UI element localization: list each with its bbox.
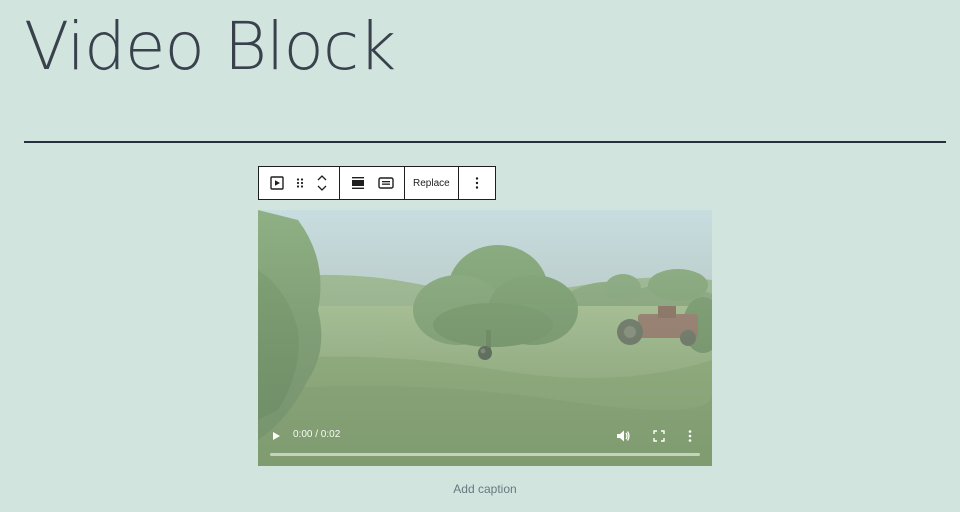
drag-handle-icon [295, 177, 305, 189]
video-progress-bar[interactable] [270, 453, 700, 456]
replace-button[interactable]: Replace [405, 167, 458, 199]
more-vertical-icon [688, 430, 692, 442]
toolbar-group-format [340, 167, 405, 199]
editor-canvas: Video Block Replace 0:00 / 0:02 Add capt… [0, 0, 960, 512]
fullscreen-button[interactable] [651, 428, 667, 444]
video-player[interactable]: 0:00 / 0:02 [258, 210, 712, 466]
separator-line [24, 141, 946, 143]
volume-icon [617, 430, 630, 442]
more-vertical-icon [475, 176, 479, 190]
fullscreen-icon [653, 430, 665, 442]
align-button[interactable] [344, 167, 372, 199]
video-icon [270, 176, 284, 190]
drag-handle-button[interactable] [291, 167, 309, 199]
block-type-button[interactable] [263, 167, 291, 199]
volume-button[interactable] [615, 428, 631, 444]
caption-input[interactable]: Add caption [258, 482, 712, 496]
options-button[interactable] [459, 167, 495, 199]
play-icon [273, 432, 280, 440]
play-button[interactable] [268, 428, 284, 444]
caption-icon [378, 176, 394, 190]
block-toolbar: Replace [258, 166, 496, 200]
toolbar-group-block [259, 167, 340, 199]
move-down-button[interactable] [316, 183, 328, 193]
chevron-down-icon [317, 185, 327, 191]
toolbar-group-replace: Replace [405, 167, 459, 199]
video-more-button[interactable] [688, 428, 698, 444]
time-display: 0:00 / 0:02 [293, 429, 341, 440]
chevron-up-icon [317, 175, 327, 181]
align-wide-icon [351, 176, 365, 190]
page-title[interactable]: Video Block [24, 2, 396, 92]
move-buttons [309, 167, 335, 199]
toolbar-group-options [459, 167, 495, 199]
video-controls: 0:00 / 0:02 [258, 416, 712, 466]
move-up-button[interactable] [316, 173, 328, 183]
caption-toggle-button[interactable] [372, 167, 400, 199]
